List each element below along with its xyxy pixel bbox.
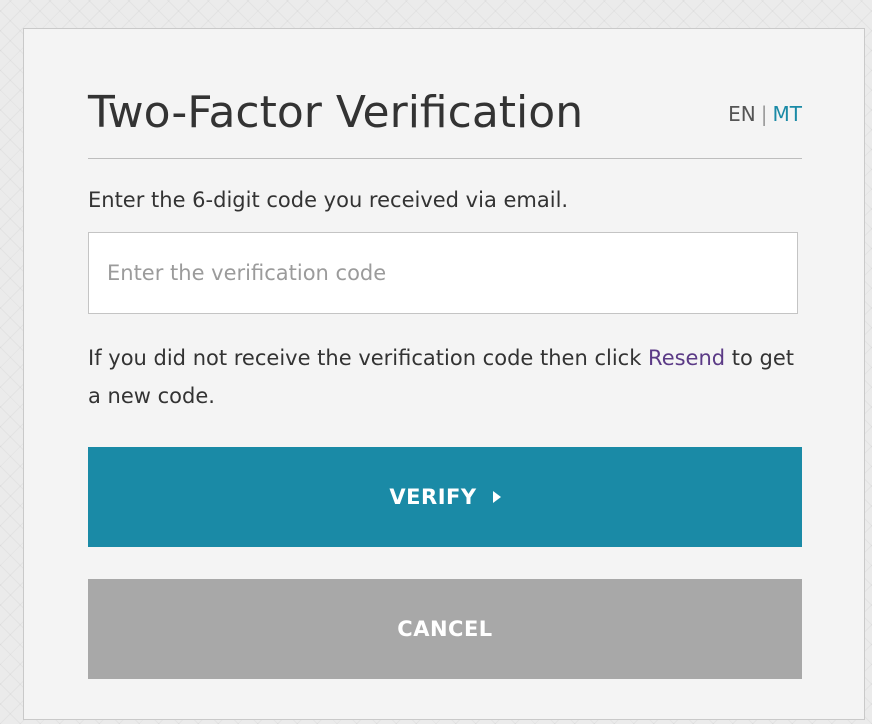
verify-button[interactable]: VERIFY (88, 447, 802, 547)
cancel-button[interactable]: CANCEL (88, 579, 802, 679)
resend-link[interactable]: Resend (648, 346, 725, 370)
dialog-header: Two-Factor Verification EN | MT (88, 79, 802, 159)
cancel-button-label: CANCEL (397, 617, 493, 641)
dialog-title: Two-Factor Verification (88, 87, 584, 138)
language-switcher: EN | MT (728, 101, 802, 127)
language-en-link[interactable]: EN (728, 102, 756, 126)
verification-code-input[interactable] (88, 232, 798, 314)
play-arrow-icon (492, 491, 501, 503)
verification-dialog: Two-Factor Verification EN | MT Enter the … (23, 28, 865, 720)
verify-button-label: VERIFY (389, 485, 477, 509)
resend-prefix: If you did not receive the verification … (88, 346, 649, 370)
instruction-text: Enter the 6-digit code you received via … (88, 188, 569, 212)
resend-help-text: If you did not receive the verification … (88, 339, 802, 415)
language-separator: | (760, 102, 768, 126)
language-mt-link[interactable]: MT (773, 102, 802, 126)
